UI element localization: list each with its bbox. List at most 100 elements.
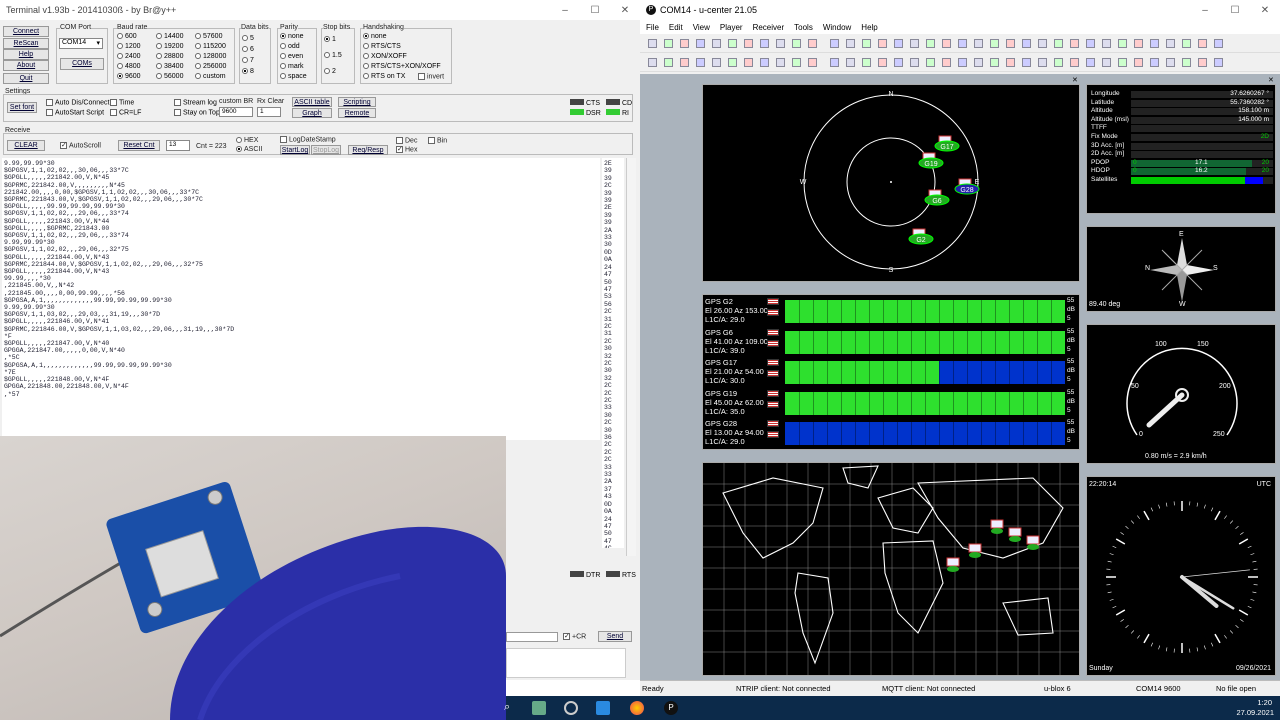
menu-player[interactable]: Player	[720, 23, 743, 32]
firefox-icon[interactable]	[630, 701, 644, 715]
toolbar-button-icon[interactable]	[792, 39, 801, 48]
toolbar-button-icon[interactable]	[942, 39, 951, 48]
cnt-input[interactable]: 13	[166, 140, 190, 151]
toolbar-button-icon[interactable]	[664, 39, 673, 48]
menu-edit[interactable]: Edit	[669, 23, 683, 32]
baud-option[interactable]: 19200	[156, 43, 183, 50]
stop-log-button[interactable]: StopLog	[311, 145, 341, 155]
toolbar-button-icon[interactable]	[974, 58, 983, 67]
toolbar-button-icon[interactable]	[680, 58, 689, 67]
baud-option[interactable]: 28800	[156, 53, 183, 60]
toolbar-button-icon[interactable]	[1118, 58, 1127, 67]
cr-checkbox[interactable]: ✓ +CR	[563, 633, 586, 640]
app-icon-2[interactable]	[564, 701, 578, 715]
toolbar-button-icon[interactable]	[1198, 58, 1207, 67]
settings-checkbox[interactable]: Stream log	[174, 99, 217, 106]
toolbar-button-icon[interactable]	[1038, 39, 1047, 48]
com-port-select[interactable]: COM14 ▾	[59, 38, 103, 49]
toolbar-button-icon[interactable]	[744, 58, 753, 67]
help-button[interactable]: Help	[3, 49, 49, 60]
toolbar-button-icon[interactable]	[958, 58, 967, 67]
rx-clear-input[interactable]: 1	[257, 107, 281, 117]
toolbar-button-icon[interactable]	[894, 58, 903, 67]
coms-button[interactable]: COMs	[60, 58, 104, 70]
toolbar-button-icon[interactable]	[1134, 39, 1143, 48]
settings-checkbox[interactable]: Stay on Top	[174, 109, 220, 116]
clear-button[interactable]: CLEAR	[7, 140, 45, 151]
baud-option[interactable]: custom	[195, 73, 226, 80]
handshaking-option[interactable]: RTS/CTS+XON/XOFF	[363, 63, 441, 70]
toolbar-button-icon[interactable]	[894, 39, 903, 48]
scripting-button[interactable]: Scripting	[338, 97, 376, 107]
toolbar-button-icon[interactable]	[862, 39, 871, 48]
handshaking-option[interactable]: XON/XOFF	[363, 53, 407, 60]
parity-option[interactable]: mark	[280, 63, 304, 70]
parity-option[interactable]: none	[280, 33, 304, 40]
toolbar-button-icon[interactable]	[1086, 58, 1095, 67]
app-icon-3[interactable]	[596, 701, 610, 715]
toolbar-button-icon[interactable]	[1182, 39, 1191, 48]
baud-option[interactable]: 57600	[195, 33, 222, 40]
baud-option[interactable]: 14400	[156, 33, 183, 40]
toolbar-button-icon[interactable]	[910, 58, 919, 67]
transmit-area[interactable]	[506, 648, 626, 678]
toolbar-button-icon[interactable]	[926, 58, 935, 67]
toolbar-button-icon[interactable]	[712, 39, 721, 48]
dec-checkbox[interactable]: Dec	[396, 137, 417, 144]
settings-checkbox[interactable]: AutoStart Script	[46, 109, 104, 116]
baud-option[interactable]: 38400	[156, 63, 183, 70]
toolbar-button-icon[interactable]	[974, 39, 983, 48]
toolbar-button-icon[interactable]	[1102, 58, 1111, 67]
req-resp-button[interactable]: Req/Resp	[348, 145, 388, 155]
toolbar-button-icon[interactable]	[648, 39, 657, 48]
minimize-icon[interactable]: –	[1190, 5, 1220, 16]
toolbar-button-icon[interactable]	[808, 39, 817, 48]
baud-option[interactable]: 2400	[117, 53, 141, 60]
toolbar-button-icon[interactable]	[1102, 39, 1111, 48]
toolbar-button-icon[interactable]	[878, 39, 887, 48]
baud-option[interactable]: 56000	[156, 73, 183, 80]
toolbar-button-icon[interactable]	[1182, 58, 1191, 67]
invert-checkbox[interactable]: invert	[418, 73, 444, 80]
menu-help[interactable]: Help	[861, 23, 877, 32]
toolbar-button-icon[interactable]	[648, 58, 657, 67]
toolbar-button-icon[interactable]	[1054, 58, 1063, 67]
log-scrollbar[interactable]	[626, 158, 636, 556]
panel-close-icon[interactable]: ✕	[1268, 76, 1274, 84]
toolbar-button-icon[interactable]	[712, 58, 721, 67]
stopbits-option[interactable]: 1.5	[324, 52, 342, 59]
custom-br-input[interactable]: 9600	[219, 107, 253, 117]
maximize-icon[interactable]: ☐	[1220, 5, 1250, 16]
baud-option[interactable]: 128000	[195, 53, 226, 60]
set-font-button[interactable]: Set font	[7, 102, 37, 113]
about-button[interactable]: About	[3, 60, 49, 71]
menu-file[interactable]: File	[646, 23, 659, 32]
hex-radio[interactable]: HEX	[236, 137, 258, 144]
stopbits-option[interactable]: 2	[324, 68, 336, 75]
toolbar-button-icon[interactable]	[792, 58, 801, 67]
toolbar-button-icon[interactable]	[1166, 58, 1175, 67]
toolbar-button-icon[interactable]	[990, 58, 999, 67]
toolbar-button-icon[interactable]	[1214, 39, 1223, 48]
parity-option[interactable]: even	[280, 53, 303, 60]
settings-checkbox[interactable]: CR=LF	[110, 109, 141, 116]
toolbar-button-icon[interactable]	[1150, 58, 1159, 67]
toolbar-button-icon[interactable]	[1086, 39, 1095, 48]
toolbar-button-icon[interactable]	[878, 58, 887, 67]
toolbar-button-icon[interactable]	[1150, 39, 1159, 48]
panel-close-icon[interactable]: ✕	[1072, 76, 1078, 84]
toolbar-button-icon[interactable]	[862, 58, 871, 67]
send-input[interactable]	[506, 632, 558, 642]
toolbar-button-icon[interactable]	[830, 39, 839, 48]
search-icon[interactable]: ⌕	[504, 701, 510, 714]
app-icon-1[interactable]	[532, 701, 546, 715]
receive-log[interactable]: 9.99,99.99*30 $GPGSV,1,1,02,02,,,30,06,,,…	[2, 158, 600, 440]
quit-button[interactable]: Quit	[3, 73, 49, 84]
toolbar-button-icon[interactable]	[830, 58, 839, 67]
toolbar-button-icon[interactable]	[1198, 39, 1207, 48]
ascii-table-button[interactable]: ASCII table	[292, 97, 332, 107]
reset-cnt-button[interactable]: Reset Cnt	[118, 140, 160, 151]
toolbar-button-icon[interactable]	[728, 39, 737, 48]
toolbar-button-icon[interactable]	[942, 58, 951, 67]
toolbar-button-icon[interactable]	[1006, 39, 1015, 48]
